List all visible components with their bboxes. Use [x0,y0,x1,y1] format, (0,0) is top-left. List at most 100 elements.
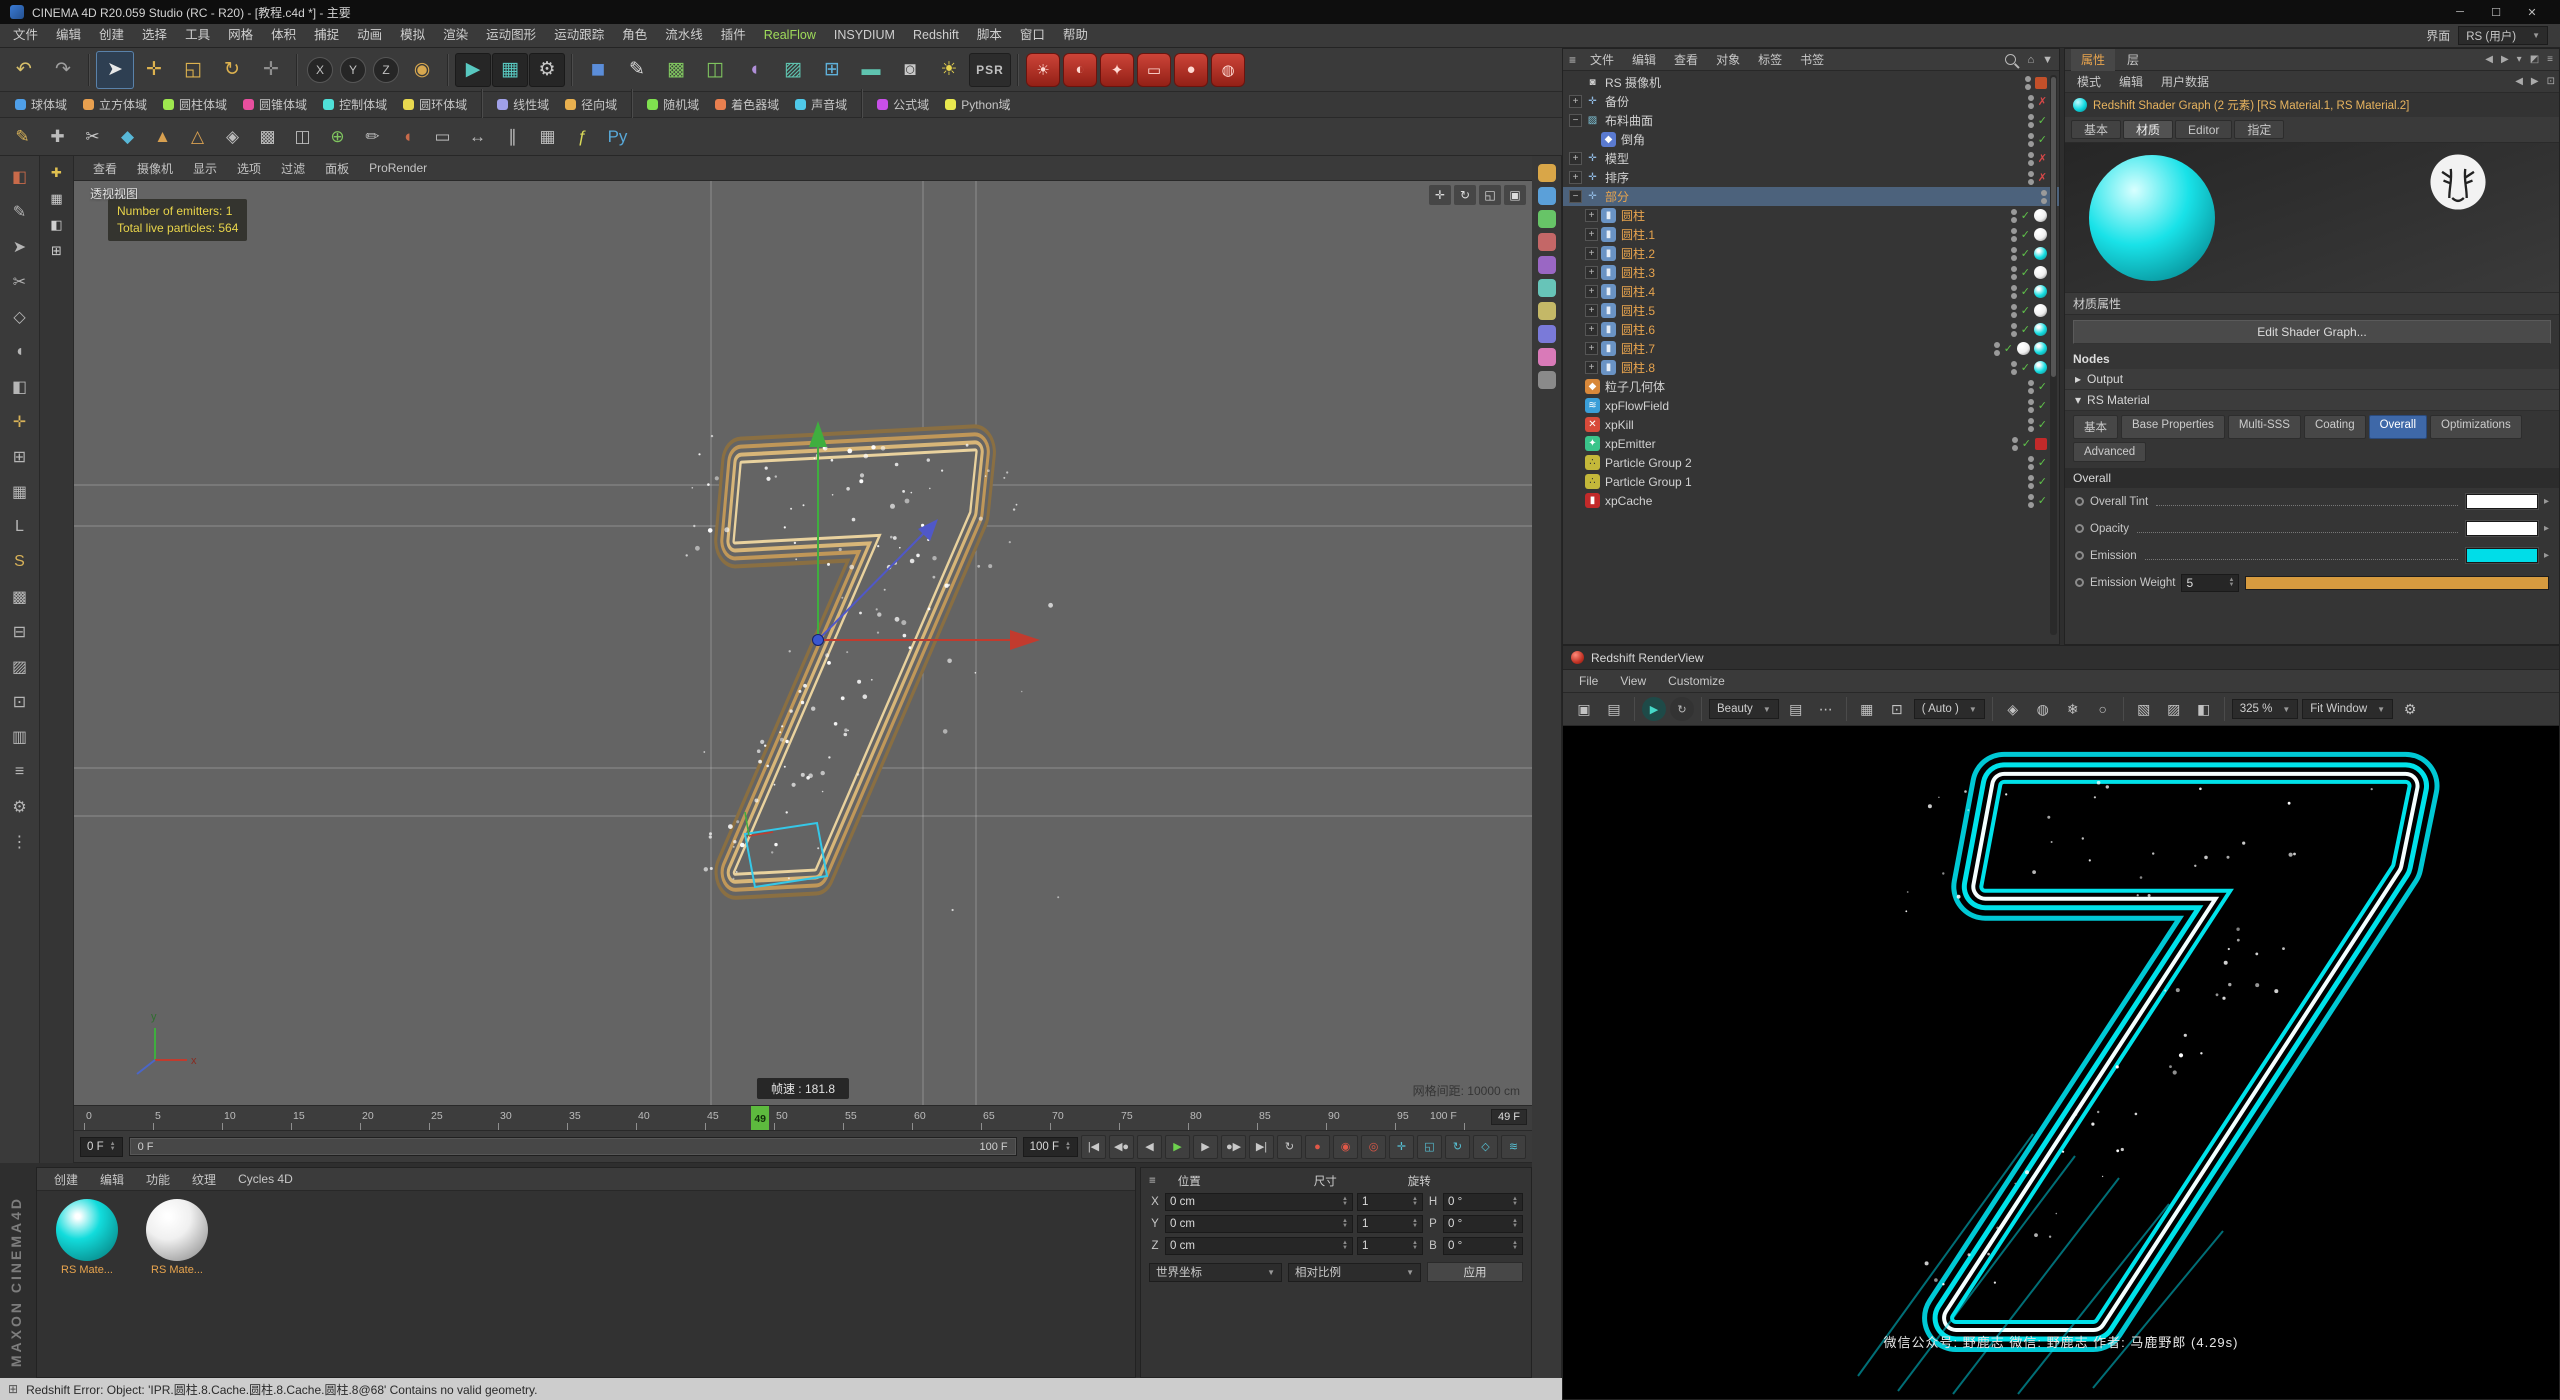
visibility-dots[interactable] [2011,209,2017,223]
rs-tag-icon[interactable] [2035,77,2047,89]
visibility-dots[interactable] [2028,171,2034,185]
visibility-dots[interactable] [2025,76,2031,90]
dots-icon[interactable]: ⋮ [4,825,36,859]
home-icon[interactable]: ⌂ [2027,54,2034,66]
menu-icon[interactable]: ≡ [2547,54,2553,65]
pan-icon[interactable]: ✛ [1429,185,1451,205]
lock-z-axis-button[interactable]: Z [373,57,399,83]
record-parameter-toggle[interactable]: ◇ [1473,1135,1498,1159]
compare-ab-icon[interactable]: ◧ [2191,697,2217,721]
record-pla-toggle[interactable]: ≋ [1501,1135,1526,1159]
arrow-icon[interactable]: ➤ [4,230,36,264]
floor-button[interactable]: ▬ [852,51,890,89]
visibility-dots[interactable] [2012,437,2018,451]
knife-icon[interactable]: ✂ [76,121,109,153]
modeling-kernel-icon[interactable]: ◧ [4,160,36,194]
visibility-dots[interactable] [2011,247,2017,261]
object-row[interactable]: +✛备份✗ [1563,92,2059,111]
param-slider[interactable] [2245,576,2549,590]
object-row[interactable]: ▮xpCache✓ [1563,491,2059,510]
snapshot-icon[interactable]: ▣ [1571,697,1597,721]
palette-icon[interactable] [1538,302,1556,320]
spinner-icon[interactable]: ▲▼ [1065,1142,1071,1152]
scrollbar[interactable] [2050,75,2057,635]
live-selection-tool[interactable]: ➤ [96,51,134,89]
coord-system-select[interactable]: 世界坐标▼ [1149,1263,1282,1282]
material-tag-icon[interactable] [2034,247,2047,260]
object-row[interactable]: −✛部分 [1563,187,2059,206]
field-chip-15[interactable]: Python域 [938,94,1017,115]
play-button[interactable]: ▶ [1165,1135,1190,1159]
palette-icon[interactable] [1538,187,1556,205]
material-tag-icon[interactable] [2034,209,2047,222]
material-item[interactable]: RS Mate... [139,1199,215,1276]
expand-toggle[interactable]: + [1585,361,1598,374]
extrude-icon[interactable]: ▲ [146,121,179,153]
palette-icon[interactable] [1538,348,1556,366]
spinner-icon[interactable]: ▲▼ [1512,1197,1518,1207]
spinner-icon[interactable]: ▲▼ [1412,1241,1418,1251]
materials-tab-3[interactable]: 纹理 [183,1171,225,1188]
knife-icon[interactable]: ✂ [4,265,36,299]
record-rotation-toggle[interactable]: ↻ [1445,1135,1470,1159]
tab-layers[interactable]: 层 [2117,49,2149,71]
undo-button[interactable]: ↶ [5,51,43,89]
camera-button[interactable]: ◙ [891,51,929,89]
palette-icon[interactable] [1538,279,1556,297]
render-result[interactable]: 777777777 微信公众号: 野鹿志 微信: 野鹿志 作者: 马鹿野郎 (4… [1563,726,2559,1399]
viewport-3d[interactable]: 77777777yx 透视视图 Number of emitters: 1 To… [74,181,1532,1105]
cache-tag-icon[interactable] [2035,438,2047,450]
menu-item-0[interactable]: 文件 [4,24,47,47]
viewport-tab-4[interactable]: 过滤 [272,160,314,177]
material-tag-icon[interactable] [2034,361,2047,374]
field-chip-11[interactable]: 着色器域 [708,94,786,115]
enabled-state-icon[interactable]: ✓ [2022,437,2031,450]
position-input[interactable]: 0 cm▲▼ [1165,1193,1353,1211]
material-subtab-2[interactable]: Multi-SSS [2228,415,2301,439]
start-ipr-button[interactable]: ▶ [1642,697,1666,721]
materials-tab-1[interactable]: 编辑 [91,1171,133,1188]
enabled-state-icon[interactable]: ✓ [2038,133,2047,146]
node-group-0[interactable]: ▸Output [2065,369,2559,390]
list-icon[interactable]: ≡ [4,755,36,789]
field-chip-8[interactable]: 径向域 [558,94,624,115]
next-object-icon[interactable]: ▶ [2531,76,2539,87]
spinner-icon[interactable]: ▲▼ [2228,578,2234,588]
apply-button[interactable]: 应用 [1427,1262,1523,1282]
visibility-dots[interactable] [2028,95,2034,109]
visibility-dots[interactable] [2041,190,2047,204]
menu-item-15[interactable]: 插件 [712,24,755,47]
edit-shader-graph-button[interactable]: Edit Shader Graph... [2073,320,2551,344]
attr-mode-0[interactable]: 模式 [2069,73,2109,90]
add-primitive-button[interactable]: ■ [579,51,617,89]
menu-item-11[interactable]: 运动图形 [477,24,545,47]
object-row[interactable]: +✛模型✗ [1563,149,2059,168]
field-chip-12[interactable]: 声音域 [788,94,854,115]
menu-item-12[interactable]: 运动跟踪 [545,24,613,47]
pass-select[interactable]: Beauty▼ [1709,699,1779,719]
record-options-button[interactable]: ◎ [1361,1135,1386,1159]
pattern-icon[interactable]: ▨ [4,650,36,684]
region-icon[interactable]: ○ [2090,697,2116,721]
object-row[interactable]: ∴Particle Group 2✓ [1563,453,2059,472]
pin-icon[interactable]: ⊡ [2547,76,2555,87]
visibility-dots[interactable] [2011,304,2017,318]
rs-sun-light-button[interactable]: ● [1174,53,1208,87]
restart-ipr-button[interactable]: ↻ [1670,697,1694,721]
end-frame-input[interactable]: 100 F▲▼ [1023,1137,1078,1157]
crop-icon[interactable]: ⊡ [1884,697,1910,721]
om-menu-3[interactable]: 对象 [1708,51,1748,68]
menu-item-8[interactable]: 动画 [348,24,391,47]
grid-array-icon[interactable]: ⊞ [4,440,36,474]
object-row[interactable]: +✛排序✗ [1563,168,2059,187]
expand-toggle[interactable]: + [1569,152,1582,165]
position-input[interactable]: 0 cm▲▼ [1165,1237,1353,1255]
grid-icon[interactable]: ▦ [45,188,69,210]
brush-icon[interactable]: ✏ [356,121,389,153]
matrix-extrude-icon[interactable]: ▩ [251,121,284,153]
iron-icon[interactable]: ▭ [426,121,459,153]
prev-key-button[interactable]: ◀● [1109,1135,1134,1159]
material-override-icon[interactable]: ◍ [2030,697,2056,721]
materials-tab-0[interactable]: 创建 [45,1171,87,1188]
menu-item-3[interactable]: 选择 [133,24,176,47]
